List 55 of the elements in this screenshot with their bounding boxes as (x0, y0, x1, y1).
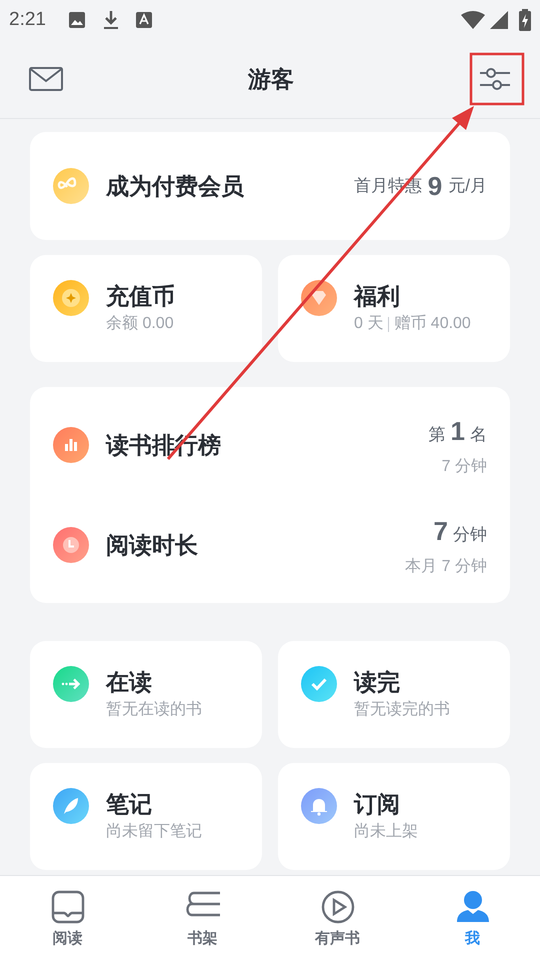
infinity-icon (53, 168, 89, 204)
card-subtitle: 余额 0.00 (106, 314, 175, 334)
value-prefix: 第 (428, 424, 446, 446)
price-unit: 元/月 (448, 175, 487, 198)
card-subtitle: 暂无读完的书 (354, 700, 450, 720)
value-unit: 名 (470, 424, 487, 446)
shelf-card[interactable]: 笔记 尚未留下笔记 (30, 763, 262, 870)
coin-icon (53, 280, 89, 316)
font-icon (136, 12, 152, 28)
tab-item[interactable]: 阅读 (0, 890, 135, 950)
page-title: 游客 (248, 64, 294, 94)
wallet-card[interactable]: 充值币 余额 0.00 (30, 255, 262, 362)
highlight-box (470, 52, 524, 106)
card-subtitle: 暂无在读的书 (106, 700, 202, 720)
signal-icon (489, 11, 509, 29)
shelf-card[interactable]: 订阅 尚未上架 (278, 763, 510, 870)
card-title: 订阅 (354, 790, 401, 819)
card-title: 在读 (106, 668, 153, 697)
card-title: 读完 (354, 668, 401, 697)
stat-detail: 本月 7 分钟 (405, 556, 487, 576)
card-title: 笔记 (106, 790, 153, 819)
membership-title: 成为付费会员 (106, 172, 244, 201)
shelf-card[interactable]: 在读 暂无在读的书 (30, 641, 262, 748)
bell-icon (301, 788, 337, 824)
shelf-card[interactable]: 读完 暂无读完的书 (278, 641, 510, 748)
clock-icon (53, 527, 89, 563)
status-time: 2:21 (9, 8, 46, 32)
value-unit: 分钟 (453, 524, 487, 546)
person-icon (456, 890, 490, 924)
download-icon (102, 10, 119, 30)
stat-value: 1 (450, 414, 465, 448)
card-title: 福利 (354, 282, 401, 311)
stats-title: 阅读时长 (106, 530, 198, 560)
wifi-icon (461, 11, 485, 29)
wallet-card[interactable]: 福利 0 天 赠币 40.00 (278, 255, 510, 362)
card-title: 充值币 (106, 282, 175, 311)
stat-value: 7 (434, 514, 448, 548)
mail-icon (29, 67, 63, 91)
check-icon (301, 666, 337, 702)
card-subtitle: 尚未留下笔记 (106, 822, 202, 842)
tab-item[interactable]: 书架 (135, 890, 270, 950)
stat-detail: 7 分钟 (442, 456, 487, 476)
book-icon (50, 890, 84, 924)
play-icon (320, 890, 354, 924)
price-value: 9 (428, 170, 442, 202)
bar-chart-icon (53, 427, 89, 463)
settings-icon (479, 67, 511, 91)
card-subtitle: 赠币 40.00 (394, 314, 471, 334)
battery-icon (519, 9, 531, 31)
card-subtitle: 尚未上架 (354, 822, 418, 842)
image-icon (68, 11, 86, 29)
stats-row[interactable]: 阅读时长 7 分钟 本月 7 分钟 (53, 512, 487, 578)
feather-icon (53, 788, 89, 824)
card-subtitle: 0 天 (354, 314, 384, 334)
tab-item[interactable]: 有声书 (270, 890, 405, 950)
